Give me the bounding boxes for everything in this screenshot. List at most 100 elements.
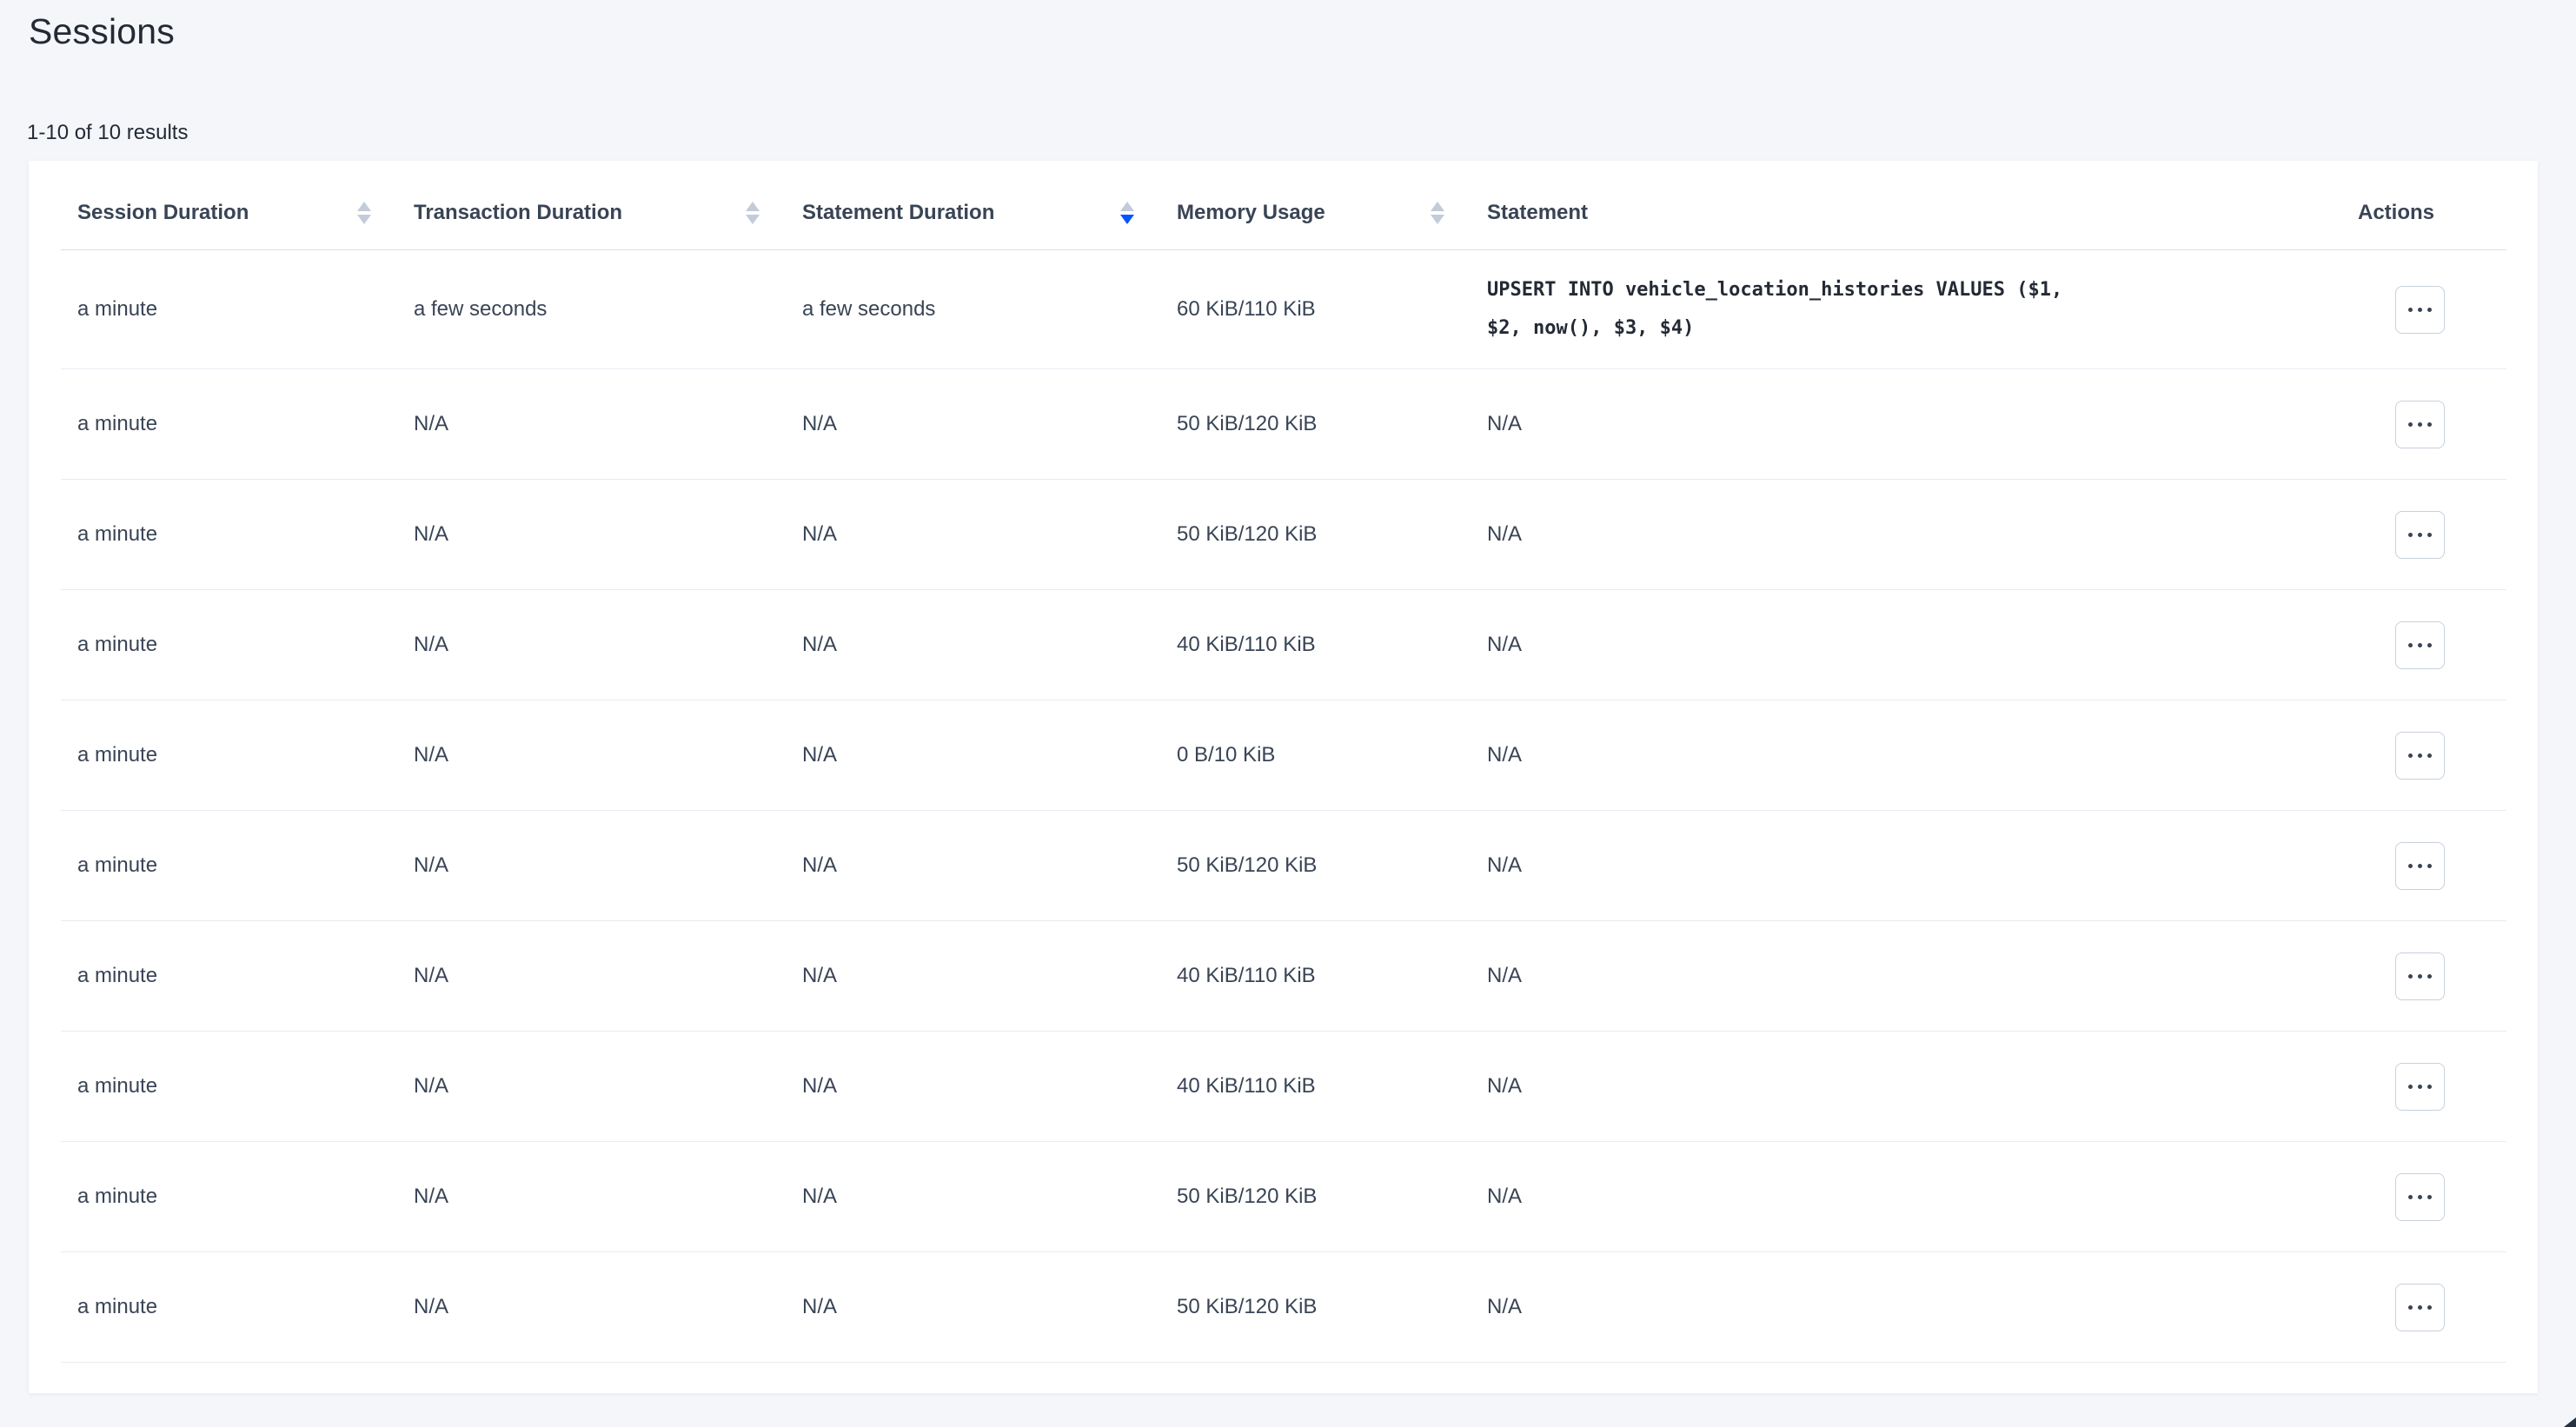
row-actions-button[interactable] — [2395, 842, 2445, 890]
statement-duration-cell: N/A — [786, 1074, 1160, 1098]
statement-duration-cell: N/A — [786, 412, 1160, 436]
sort-down-arrow-icon — [1431, 215, 1444, 224]
row-actions-button[interactable] — [2395, 1063, 2445, 1111]
row-actions-button[interactable] — [2395, 732, 2445, 780]
transaction-duration-cell: N/A — [397, 412, 786, 436]
column-label: Memory Usage — [1177, 201, 1325, 225]
ellipsis-icon — [2408, 643, 2413, 647]
session-duration-cell: a minute — [61, 1185, 397, 1209]
memory-usage-cell: 60 KiB/110 KiB — [1160, 297, 1471, 322]
row-actions-button[interactable] — [2395, 401, 2445, 448]
sort-up-arrow-icon — [746, 202, 760, 211]
column-header-statement-duration[interactable]: Statement Duration — [786, 176, 1160, 249]
row-actions-button[interactable] — [2395, 1284, 2445, 1331]
table-row: a minute a few seconds a few seconds 60 … — [61, 250, 2506, 369]
sort-icon — [357, 202, 371, 224]
column-header-actions: Actions — [2341, 176, 2506, 249]
statement-duration-cell: a few seconds — [786, 297, 1160, 322]
actions-cell — [2341, 286, 2506, 334]
table-row: a minute N/A N/A 40 KiB/110 KiB N/A — [61, 1032, 2506, 1142]
session-duration-cell: a minute — [61, 853, 397, 878]
statement-cell: N/A — [1471, 633, 2341, 657]
table-row: a minute N/A N/A 50 KiB/120 KiB N/A — [61, 1252, 2506, 1363]
actions-cell — [2341, 952, 2506, 1000]
row-actions-button[interactable] — [2395, 511, 2445, 559]
statement-duration-cell: N/A — [786, 1295, 1160, 1319]
memory-usage-cell: 50 KiB/120 KiB — [1160, 1295, 1471, 1319]
ellipsis-icon — [2408, 753, 2413, 758]
row-actions-button[interactable] — [2395, 952, 2445, 1000]
sessions-table: Session Duration Transaction Duration St… — [61, 161, 2506, 1363]
session-duration-cell: a minute — [61, 633, 397, 657]
session-duration-cell: a minute — [61, 297, 397, 322]
sort-down-arrow-icon — [357, 215, 371, 224]
statement-cell: UPSERT INTO vehicle_location_histories V… — [1471, 271, 2341, 348]
sort-icon-active-desc — [1120, 202, 1134, 224]
statement-cell: N/A — [1471, 412, 2341, 436]
memory-usage-cell: 40 KiB/110 KiB — [1160, 964, 1471, 988]
statement-cell: N/A — [1471, 1074, 2341, 1098]
actions-cell — [2341, 401, 2506, 448]
memory-usage-cell: 50 KiB/120 KiB — [1160, 1185, 1471, 1209]
column-label: Transaction Duration — [414, 201, 622, 225]
ellipsis-icon — [2408, 422, 2413, 427]
column-label: Session Duration — [77, 201, 249, 225]
statement-line: UPSERT INTO vehicle_location_histories V… — [1487, 271, 2341, 309]
memory-usage-cell: 40 KiB/110 KiB — [1160, 633, 1471, 657]
session-duration-cell: a minute — [61, 743, 397, 767]
row-actions-button[interactable] — [2395, 621, 2445, 669]
table-row: a minute N/A N/A 50 KiB/120 KiB N/A — [61, 369, 2506, 480]
statement-cell: N/A — [1471, 964, 2341, 988]
transaction-duration-cell: a few seconds — [397, 297, 786, 322]
sort-down-arrow-icon — [1120, 215, 1134, 224]
statement-cell: N/A — [1471, 522, 2341, 547]
column-header-memory-usage[interactable]: Memory Usage — [1160, 176, 1471, 249]
table-row: a minute N/A N/A 40 KiB/110 KiB N/A — [61, 921, 2506, 1032]
actions-cell — [2341, 511, 2506, 559]
ellipsis-icon — [2408, 1085, 2413, 1089]
table-row: a minute N/A N/A 0 B/10 KiB N/A — [61, 700, 2506, 811]
statement-line: $2, now(), $3, $4) — [1487, 309, 2341, 348]
sort-up-arrow-icon — [1431, 202, 1444, 211]
session-duration-cell: a minute — [61, 412, 397, 436]
table-row: a minute N/A N/A 50 KiB/120 KiB N/A — [61, 811, 2506, 921]
column-label: Statement Duration — [802, 201, 994, 225]
row-actions-button[interactable] — [2395, 286, 2445, 334]
column-header-session-duration[interactable]: Session Duration — [61, 176, 397, 249]
actions-cell — [2341, 842, 2506, 890]
transaction-duration-cell: N/A — [397, 633, 786, 657]
ellipsis-icon — [2408, 308, 2413, 312]
column-header-statement: Statement — [1471, 176, 2341, 249]
sort-down-arrow-icon — [746, 215, 760, 224]
table-row: a minute N/A N/A 50 KiB/120 KiB N/A — [61, 1142, 2506, 1252]
ellipsis-icon — [2408, 1195, 2413, 1199]
memory-usage-cell: 50 KiB/120 KiB — [1160, 522, 1471, 547]
memory-usage-cell: 50 KiB/120 KiB — [1160, 412, 1471, 436]
transaction-duration-cell: N/A — [397, 522, 786, 547]
sort-up-arrow-icon — [1120, 202, 1134, 211]
actions-cell — [2341, 1284, 2506, 1331]
column-header-transaction-duration[interactable]: Transaction Duration — [397, 176, 786, 249]
transaction-duration-cell: N/A — [397, 1185, 786, 1209]
sessions-table-card: Session Duration Transaction Duration St… — [29, 161, 2538, 1393]
memory-usage-cell: 0 B/10 KiB — [1160, 743, 1471, 767]
statement-cell: N/A — [1471, 743, 2341, 767]
ellipsis-icon — [2408, 974, 2413, 979]
page-title: Sessions — [29, 11, 175, 52]
table-row: a minute N/A N/A 40 KiB/110 KiB N/A — [61, 590, 2506, 700]
transaction-duration-cell: N/A — [397, 1295, 786, 1319]
session-duration-cell: a minute — [61, 964, 397, 988]
sort-icon — [746, 202, 760, 224]
transaction-duration-cell: N/A — [397, 964, 786, 988]
actions-cell — [2341, 621, 2506, 669]
ellipsis-icon — [2408, 864, 2413, 868]
row-actions-button[interactable] — [2395, 1173, 2445, 1221]
memory-usage-cell: 50 KiB/120 KiB — [1160, 853, 1471, 878]
session-duration-cell: a minute — [61, 522, 397, 547]
statement-cell: N/A — [1471, 1185, 2341, 1209]
results-count: 1-10 of 10 results — [27, 121, 188, 145]
session-duration-cell: a minute — [61, 1074, 397, 1098]
transaction-duration-cell: N/A — [397, 743, 786, 767]
actions-cell — [2341, 1063, 2506, 1111]
session-duration-cell: a minute — [61, 1295, 397, 1319]
